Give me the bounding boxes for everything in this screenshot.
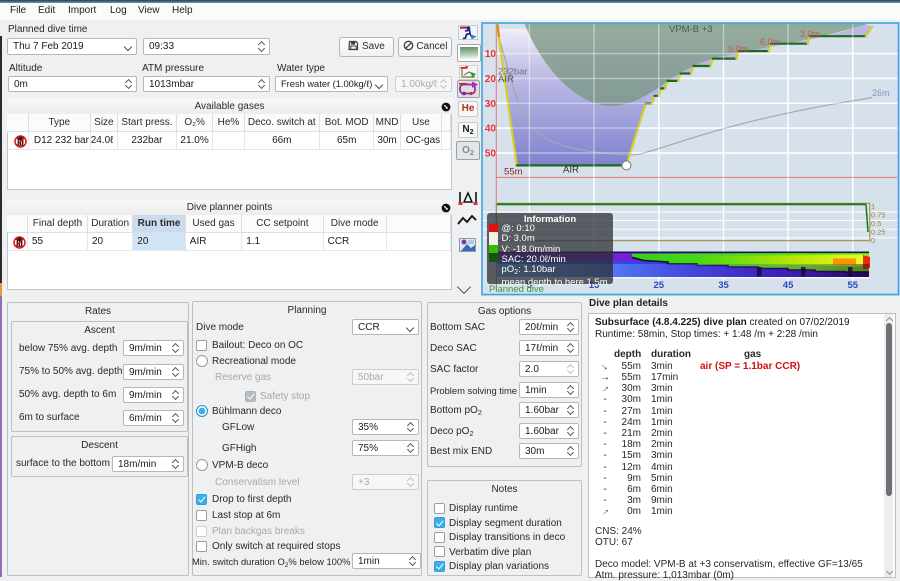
svg-text:26m: 26m <box>872 88 890 98</box>
svg-text:10: 10 <box>485 49 497 60</box>
svg-text:55m: 55m <box>504 167 523 178</box>
svg-text:0: 0 <box>871 236 875 245</box>
svg-text:30: 30 <box>485 99 497 110</box>
svg-text:9.0m: 9.0m <box>728 44 748 54</box>
svg-text:50: 50 <box>485 149 497 160</box>
svg-text:20: 20 <box>485 74 497 85</box>
svg-text:35: 35 <box>718 280 729 291</box>
svg-text:6.0m: 6.0m <box>760 37 780 47</box>
svg-text:25: 25 <box>654 280 665 291</box>
svg-text:45: 45 <box>783 280 794 291</box>
svg-text:3.0m: 3.0m <box>800 29 820 39</box>
svg-text:40: 40 <box>485 124 497 135</box>
svg-text:VPM-B +3: VPM-B +3 <box>669 24 713 35</box>
svg-text:AIR: AIR <box>563 165 579 176</box>
svg-text:AIR: AIR <box>498 74 514 85</box>
svg-text:55: 55 <box>848 280 859 291</box>
